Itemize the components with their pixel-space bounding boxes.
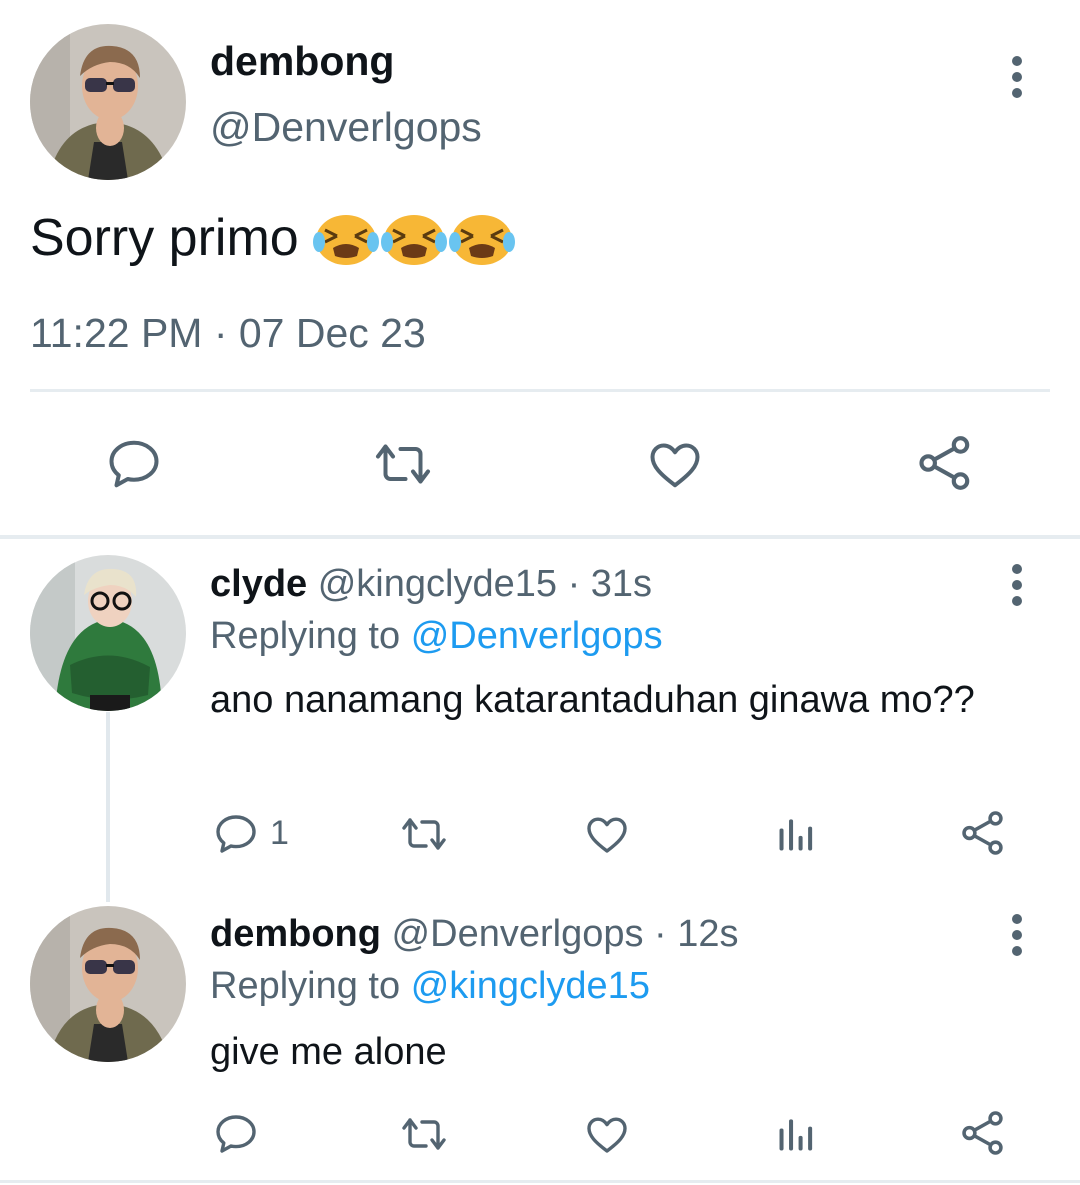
section-divider bbox=[0, 535, 1080, 539]
retweet-icon[interactable] bbox=[396, 810, 452, 858]
emoji-group bbox=[312, 210, 515, 266]
reply-header: clyde @kingclyde15 · 31s bbox=[210, 563, 652, 606]
replying-to: Replying to @kingclyde15 bbox=[210, 965, 650, 1008]
reply-age: · 31s bbox=[567, 563, 653, 605]
reply-header: dembong @Denverlgops · 12s bbox=[210, 913, 739, 956]
share-icon[interactable] bbox=[958, 808, 1008, 858]
reply-avatar[interactable] bbox=[30, 906, 186, 1062]
reply-icon[interactable] bbox=[212, 810, 260, 858]
divider bbox=[0, 1180, 1080, 1183]
reply-icon[interactable] bbox=[212, 1110, 260, 1158]
author-handle[interactable]: @Denverlgops bbox=[210, 104, 482, 151]
divider bbox=[30, 389, 1050, 392]
replying-to-link[interactable]: @kingclyde15 bbox=[411, 965, 650, 1007]
replying-label: Replying to bbox=[210, 615, 401, 657]
more-icon[interactable] bbox=[1007, 54, 1027, 100]
crying-emoji bbox=[380, 215, 447, 265]
reply-text: ano nanamang katarantaduhan ginawa mo?? bbox=[210, 679, 975, 721]
more-icon[interactable] bbox=[1007, 562, 1027, 608]
like-icon[interactable] bbox=[582, 1110, 632, 1158]
author-display-name[interactable]: dembong bbox=[210, 38, 394, 85]
reply-icon[interactable] bbox=[104, 434, 164, 494]
share-icon[interactable] bbox=[958, 1108, 1008, 1158]
reply-count: 1 bbox=[270, 814, 289, 852]
views-icon[interactable] bbox=[774, 1112, 818, 1156]
replying-to-link[interactable]: @Denverlgops bbox=[411, 615, 663, 657]
reply-text: give me alone bbox=[210, 1031, 447, 1073]
thread-connector bbox=[106, 712, 110, 902]
reply-age: · 12s bbox=[654, 913, 739, 955]
reply-display-name[interactable]: clyde bbox=[210, 563, 307, 605]
reply-handle[interactable]: @kingclyde15 bbox=[318, 563, 557, 605]
tweet-timestamp[interactable]: 11:22 PM · 07 Dec 23 bbox=[30, 310, 426, 357]
replying-label: Replying to bbox=[210, 965, 401, 1007]
crying-emoji bbox=[312, 215, 379, 265]
tweet-text: Sorry primo bbox=[30, 208, 515, 268]
reply-handle[interactable]: @Denverlgops bbox=[392, 913, 644, 955]
author-avatar[interactable] bbox=[30, 24, 186, 180]
crying-emoji bbox=[448, 215, 515, 265]
reply-avatar[interactable] bbox=[30, 555, 186, 711]
like-icon[interactable] bbox=[582, 810, 632, 858]
share-icon[interactable] bbox=[914, 432, 976, 494]
tweet-text-content: Sorry primo bbox=[30, 209, 299, 267]
retweet-icon[interactable] bbox=[368, 434, 438, 494]
more-icon[interactable] bbox=[1007, 912, 1027, 958]
replying-to: Replying to @Denverlgops bbox=[210, 615, 663, 658]
reply-display-name[interactable]: dembong bbox=[210, 913, 381, 955]
retweet-icon[interactable] bbox=[396, 1110, 452, 1158]
views-icon[interactable] bbox=[774, 812, 818, 856]
like-icon[interactable] bbox=[644, 434, 706, 494]
